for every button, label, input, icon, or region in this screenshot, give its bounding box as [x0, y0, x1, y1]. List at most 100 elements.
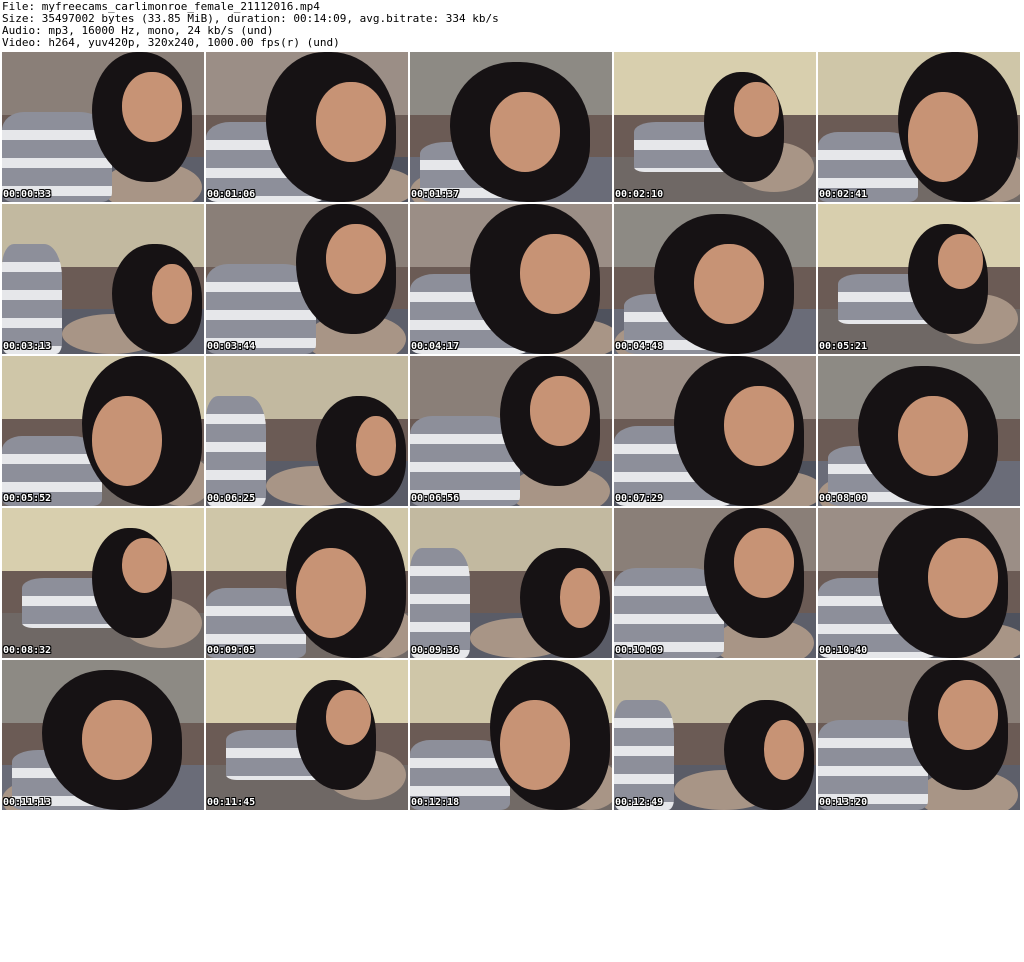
frame-face: [938, 234, 983, 289]
thumbnail-timestamp: 00:00:33: [3, 189, 52, 200]
thumbnail-timestamp: 00:11:45: [207, 797, 256, 808]
video-thumbnail: 00:11:45: [206, 660, 408, 810]
frame-face: [898, 396, 968, 476]
thumbnail-frame-image: [410, 508, 612, 658]
thumbnail-frame-image: [614, 52, 816, 202]
thumbnail-timestamp: 00:02:41: [819, 189, 868, 200]
thumbnail-frame-image: [2, 660, 204, 810]
thumbnail-timestamp: 00:05:52: [3, 493, 52, 504]
frame-sweater: [614, 700, 674, 810]
frame-face: [734, 528, 794, 598]
frame-face: [908, 92, 978, 182]
thumbnail-timestamp: 00:04:48: [615, 341, 664, 352]
video-thumbnail: 00:06:25: [206, 356, 408, 506]
thumbnail-frame-image: [818, 204, 1020, 354]
frame-face: [928, 538, 998, 618]
frame-face: [764, 720, 804, 780]
video-thumbnail: 00:05:21: [818, 204, 1020, 354]
thumbnail-timestamp: 00:02:10: [615, 189, 664, 200]
thumbnail-timestamp: 00:03:13: [3, 341, 52, 352]
video-thumbnail: 00:12:18: [410, 660, 612, 810]
thumbnail-timestamp: 00:06:56: [411, 493, 460, 504]
frame-sweater: [206, 396, 266, 506]
video-thumbnail: 00:00:33: [2, 52, 204, 202]
thumbnail-timestamp: 00:06:25: [207, 493, 256, 504]
video-thumbnail: 00:10:09: [614, 508, 816, 658]
thumbnail-frame-image: [818, 52, 1020, 202]
thumbnail-timestamp: 00:12:49: [615, 797, 664, 808]
video-thumbnail: 00:01:06: [206, 52, 408, 202]
frame-face: [122, 538, 167, 593]
thumbnail-frame-image: [206, 356, 408, 506]
thumbnail-frame-image: [206, 52, 408, 202]
video-thumbnail: 00:03:13: [2, 204, 204, 354]
thumbnail-timestamp: 00:04:17: [411, 341, 460, 352]
frame-face: [316, 82, 386, 162]
thumbnail-frame-image: [206, 508, 408, 658]
thumbnail-frame-image: [410, 356, 612, 506]
thumbnail-frame-image: [614, 356, 816, 506]
thumbnail-frame-image: [206, 660, 408, 810]
video-thumbnail: 00:10:40: [818, 508, 1020, 658]
file-info-header: File: myfreecams_carlimonroe_female_2111…: [2, 1, 1002, 49]
video-thumbnail: 00:03:44: [206, 204, 408, 354]
video-thumbnail: 00:05:52: [2, 356, 204, 506]
thumbnail-timestamp: 00:01:37: [411, 189, 460, 200]
frame-face: [938, 680, 998, 750]
frame-face: [490, 92, 560, 172]
video-thumbnail: 00:11:13: [2, 660, 204, 810]
video-thumbnail: 00:08:00: [818, 356, 1020, 506]
video-thumbnail: 00:04:17: [410, 204, 612, 354]
frame-face: [694, 244, 764, 324]
thumbnail-timestamp: 00:09:05: [207, 645, 256, 656]
video-thumbnail: 00:09:05: [206, 508, 408, 658]
video-thumbnail: 00:01:37: [410, 52, 612, 202]
thumbnail-timestamp: 00:01:06: [207, 189, 256, 200]
frame-face: [92, 396, 162, 486]
frame-face: [724, 386, 794, 466]
thumbnail-frame-image: [2, 204, 204, 354]
frame-face: [560, 568, 600, 628]
video-info-line: Video: h264, yuv420p, 320x240, 1000.00 f…: [2, 36, 340, 49]
thumbnail-frame-image: [2, 356, 204, 506]
frame-face: [520, 234, 590, 314]
thumbnail-frame-image: [410, 52, 612, 202]
thumbnail-timestamp: 00:10:09: [615, 645, 664, 656]
video-thumbnail: 00:09:36: [410, 508, 612, 658]
frame-sweater: [2, 244, 62, 354]
thumbnail-timestamp: 00:08:00: [819, 493, 868, 504]
video-thumbnail: 00:13:20: [818, 660, 1020, 810]
video-thumbnail: 00:02:10: [614, 52, 816, 202]
thumbnail-timestamp: 00:07:29: [615, 493, 664, 504]
thumbnail-frame-image: [410, 660, 612, 810]
frame-face: [500, 700, 570, 790]
thumbnail-frame-image: [614, 204, 816, 354]
thumbnail-timestamp: 00:05:21: [819, 341, 868, 352]
video-thumbnail: 00:02:41: [818, 52, 1020, 202]
video-thumbnail: 00:08:32: [2, 508, 204, 658]
frame-face: [734, 82, 779, 137]
frame-face: [326, 224, 386, 294]
frame-face: [296, 548, 366, 638]
video-thumbnail: 00:06:56: [410, 356, 612, 506]
thumbnail-frame-image: [410, 204, 612, 354]
frame-sweater: [410, 548, 470, 658]
thumbnail-timestamp: 00:12:18: [411, 797, 460, 808]
thumbnail-frame-image: [206, 204, 408, 354]
frame-face: [82, 700, 152, 780]
frame-face: [122, 72, 182, 142]
frame-face: [530, 376, 590, 446]
thumbnail-timestamp: 00:11:13: [3, 797, 52, 808]
thumbnail-frame-image: [614, 660, 816, 810]
thumbnail-frame-image: [818, 356, 1020, 506]
thumbnail-timestamp: 00:09:36: [411, 645, 460, 656]
frame-face: [326, 690, 371, 745]
thumbnail-frame-image: [614, 508, 816, 658]
frame-face: [152, 264, 192, 324]
thumbnail-timestamp: 00:08:32: [3, 645, 52, 656]
thumbnail-frame-image: [818, 660, 1020, 810]
thumbnail-timestamp: 00:03:44: [207, 341, 256, 352]
video-thumbnail: 00:07:29: [614, 356, 816, 506]
thumbnail-frame-image: [818, 508, 1020, 658]
thumbnail-grid: 00:00:33 00:01:06 00:01:37 00:02:10 00:02:41…: [2, 52, 1020, 962]
